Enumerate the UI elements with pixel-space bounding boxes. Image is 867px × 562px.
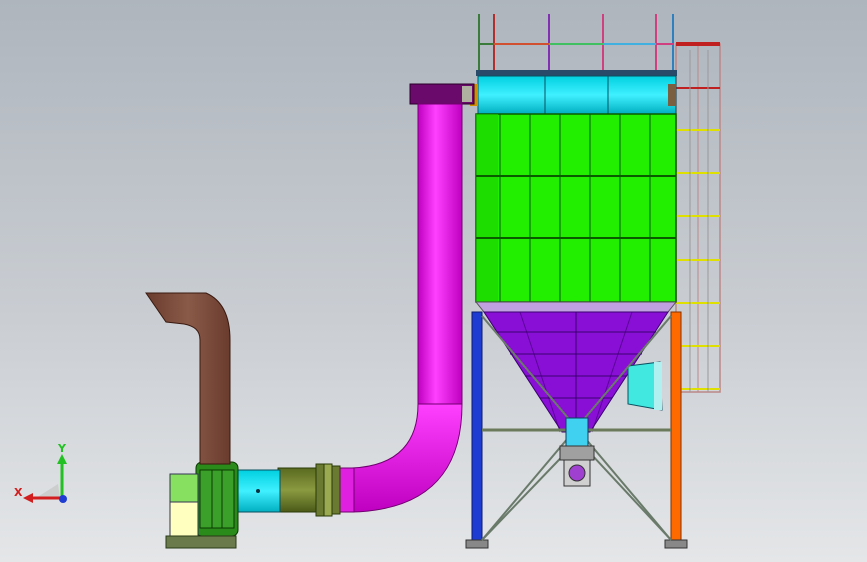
exhaust-stack[interactable] — [145, 292, 231, 465]
inlet-duct[interactable] — [337, 83, 475, 513]
top-plenum[interactable] — [470, 70, 677, 115]
dust-collector-model[interactable] — [0, 0, 867, 562]
x-axis-label: X — [14, 486, 23, 499]
top-railing[interactable] — [478, 14, 674, 70]
hopper[interactable] — [474, 301, 678, 433]
duct-connector[interactable] — [277, 463, 341, 517]
cad-viewport[interactable]: Y X — [0, 0, 867, 562]
fan-blower[interactable] — [165, 461, 239, 549]
filter-housing[interactable] — [475, 113, 677, 303]
axis-triad: Y X — [14, 440, 74, 510]
ladder-cage[interactable] — [675, 42, 721, 393]
y-axis-label: Y — [58, 442, 66, 455]
fan-inlet[interactable] — [233, 469, 281, 513]
